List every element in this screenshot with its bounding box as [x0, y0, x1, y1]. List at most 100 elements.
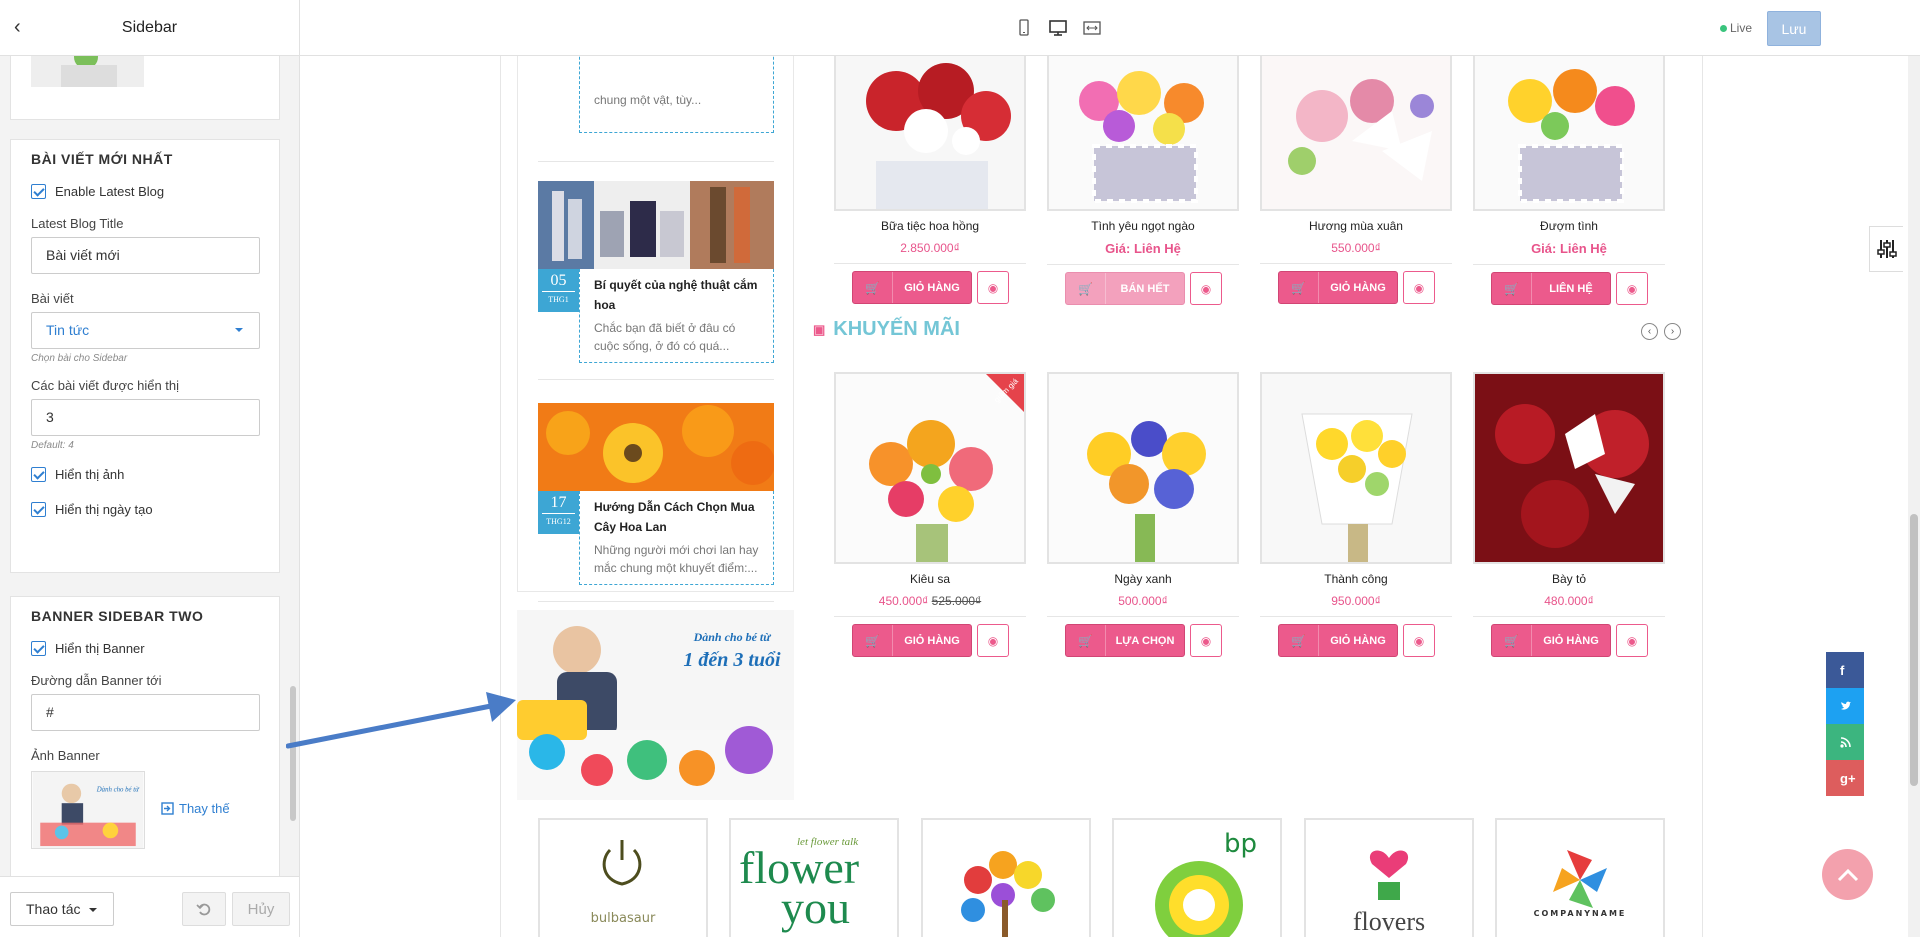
save-button[interactable]: Lưu	[1767, 11, 1821, 46]
brand-logo-companyname[interactable]: COMPANYNAME	[1495, 818, 1665, 937]
product-name[interactable]: Kiêu sa	[834, 572, 1026, 586]
facebook-share-button[interactable]: f	[1826, 652, 1864, 688]
add-to-cart-button[interactable]: 🛒 GIỎ HÀNG	[1491, 624, 1611, 657]
add-to-cart-button[interactable]: 🛒 GIỎ HÀNG	[1278, 624, 1398, 657]
quick-view-button[interactable]: ◉	[977, 624, 1009, 657]
quick-view-button[interactable]: ◉	[1190, 272, 1222, 305]
brand-logo-bp[interactable]: bp	[1112, 818, 1282, 937]
product-name[interactable]: Hương mùa xuân	[1260, 219, 1452, 233]
checkbox-checked-icon	[31, 183, 46, 199]
product-price: 480.000₫	[1544, 594, 1594, 608]
svg-text:Dành cho bé từ: Dành cho bé từ	[96, 786, 140, 793]
brand-logo-flovers[interactable]: flovers	[1304, 818, 1474, 937]
quick-view-button[interactable]: ◉	[1190, 624, 1222, 657]
preview-scrollbar[interactable]	[1908, 56, 1920, 937]
show-banner-checkbox[interactable]: Hiển thị Banner	[31, 638, 279, 658]
cart-icon: 🛒	[1279, 625, 1319, 656]
product-card[interactable]: Hương mùa xuân 550.000₫ 🛒 GIỎ HÀNG ◉	[1260, 56, 1452, 304]
banner-link-input[interactable]: #	[31, 694, 260, 731]
checkbox-checked-icon	[31, 640, 46, 656]
show-date-checkbox[interactable]: Hiển thị ngày tạo	[31, 499, 279, 519]
twitter-share-button[interactable]	[1826, 688, 1864, 724]
product-image	[1047, 372, 1239, 564]
sidebar-banner[interactable]: Dành cho bé từ 1 đến 3 tuổi	[517, 610, 794, 800]
product-image	[1473, 56, 1665, 211]
product-name[interactable]: Đượm tình	[1473, 219, 1665, 233]
carousel-next-button[interactable]: ›	[1664, 323, 1681, 340]
svg-text:bulbasaur: bulbasaur	[591, 911, 656, 926]
product-name[interactable]: Bày tỏ	[1473, 572, 1665, 586]
contact-button[interactable]: 🛒 LIÊN HỆ	[1491, 272, 1611, 305]
quick-view-button[interactable]: ◉	[1616, 624, 1648, 657]
facebook-icon: f	[1840, 662, 1845, 678]
brand-name-2: you	[781, 882, 850, 933]
add-to-cart-button[interactable]: 🛒 GIỎ HÀNG	[852, 624, 972, 657]
quick-view-button[interactable]: ◉	[1403, 271, 1435, 304]
product-name[interactable]: Bữa tiệc hoa hồng	[834, 219, 1026, 233]
undo-button[interactable]	[182, 892, 226, 926]
product-price: Giá: Liên Hệ	[1531, 241, 1607, 256]
product-card[interactable]: Bữa tiệc hoa hồng 2.850.000₫ 🛒 GIỎ HÀNG ◉	[834, 56, 1026, 304]
product-name[interactable]: Tình yêu ngọt ngào	[1047, 219, 1239, 233]
pinwheel-logo: COMPANYNAME	[1534, 850, 1624, 918]
rss-button[interactable]	[1826, 724, 1864, 760]
sidebar-footer: Thao tác Hủy	[0, 876, 300, 937]
banner-thumbnail[interactable]: Dành cho bé từ	[31, 771, 145, 849]
quick-view-button[interactable]: ◉	[1616, 272, 1648, 305]
product-card[interactable]: Ngày xanh 500.000₫ 🛒 LỰA CHỌN ◉	[1047, 372, 1239, 657]
cart-icon: 🛒	[853, 625, 893, 656]
posts-select[interactable]: Tin tức	[31, 312, 260, 349]
quick-view-button[interactable]: ◉	[1403, 624, 1435, 657]
google-plus-share-button[interactable]: g+	[1826, 760, 1864, 796]
blog-post-text: Hướng Dẫn Cách Chọn Mua Cây Hoa Lan Những…	[579, 491, 774, 585]
actions-dropdown[interactable]: Thao tác	[10, 892, 114, 926]
cancel-button[interactable]: Hủy	[232, 892, 290, 926]
product-card[interactable]: Bày tỏ 480.000₫ 🛒 GIỎ HÀNG ◉	[1473, 372, 1665, 657]
count-label: Các bài viết được hiển thị	[31, 378, 180, 393]
latest-blog-heading: BÀI VIẾT MỚI NHẤT	[31, 151, 173, 167]
fullwidth-icon[interactable]	[1082, 18, 1102, 38]
brand-logo-tree[interactable]	[921, 818, 1091, 937]
preview-scrollbar-thumb[interactable]	[1910, 514, 1918, 786]
add-to-cart-button[interactable]: 🛒 GIỎ HÀNG	[1278, 271, 1398, 304]
brand-logo-flower-you[interactable]: let flower talk flower you	[729, 818, 899, 937]
divider	[834, 263, 1026, 264]
product-name[interactable]: Thành công	[1260, 572, 1452, 586]
enable-latest-blog-checkbox[interactable]: Enable Latest Blog	[31, 181, 279, 201]
site-preview[interactable]: chung một vật, tùy... 05 THG1 Bí quyết củ…	[300, 56, 1920, 937]
count-input[interactable]: 3	[31, 399, 260, 436]
latest-blog-title-input[interactable]: Bài viết mới	[31, 237, 260, 274]
eye-icon: ◉	[1626, 281, 1638, 296]
back-icon[interactable]: ‹	[14, 16, 21, 39]
eye-icon: ◉	[1413, 280, 1425, 295]
svg-text:flovers: flovers	[1353, 907, 1425, 936]
divider	[538, 601, 774, 602]
divider	[1260, 263, 1452, 264]
product-price: 950.000₫	[1331, 594, 1381, 608]
product-card[interactable]: Đượm tình Giá: Liên Hệ 🛒 LIÊN HỆ ◉	[1473, 56, 1665, 305]
settings-sidebar[interactable]: BÀI VIẾT MỚI NHẤT Enable Latest Blog Lat…	[0, 56, 300, 876]
mobile-icon[interactable]	[1014, 18, 1034, 38]
product-card[interactable]: Tình yêu ngọt ngào Giá: Liên Hệ 🛒 BÁN HẾT…	[1047, 56, 1239, 305]
brand-logo-bulbasaur[interactable]: bulbasaur	[538, 818, 708, 937]
divider	[1473, 264, 1665, 265]
thumbnail-image	[31, 56, 144, 87]
replace-image-link[interactable]: Thay thế	[161, 801, 230, 816]
sold-out-button[interactable]: 🛒 BÁN HẾT	[1065, 272, 1185, 305]
product-name[interactable]: Ngày xanh	[1047, 572, 1239, 586]
desktop-icon[interactable]	[1048, 18, 1068, 38]
divider	[538, 161, 774, 162]
chevron-left-icon: ‹	[1647, 326, 1652, 337]
carousel-prev-button[interactable]: ‹	[1641, 323, 1658, 340]
product-card[interactable]: Thành công 950.000₫ 🛒 GIỎ HÀNG ◉	[1260, 372, 1452, 657]
select-options-button[interactable]: 🛒 LỰA CHỌN	[1065, 624, 1185, 657]
product-price: 550.000₫	[1331, 241, 1381, 255]
customize-filter-button[interactable]	[1869, 226, 1903, 272]
quick-view-button[interactable]: ◉	[977, 271, 1009, 304]
cart-icon: 🛒	[1279, 272, 1319, 303]
show-image-checkbox[interactable]: Hiển thị ảnh	[31, 464, 279, 484]
add-to-cart-button[interactable]: 🛒 GIỎ HÀNG	[852, 271, 972, 304]
back-to-top-button[interactable]	[1822, 849, 1873, 900]
product-price: 500.000₫	[1118, 594, 1168, 608]
product-card[interactable]: giảm giá Kiêu sa 450.000₫ 525.000₫ 🛒 GIỎ …	[834, 372, 1026, 657]
